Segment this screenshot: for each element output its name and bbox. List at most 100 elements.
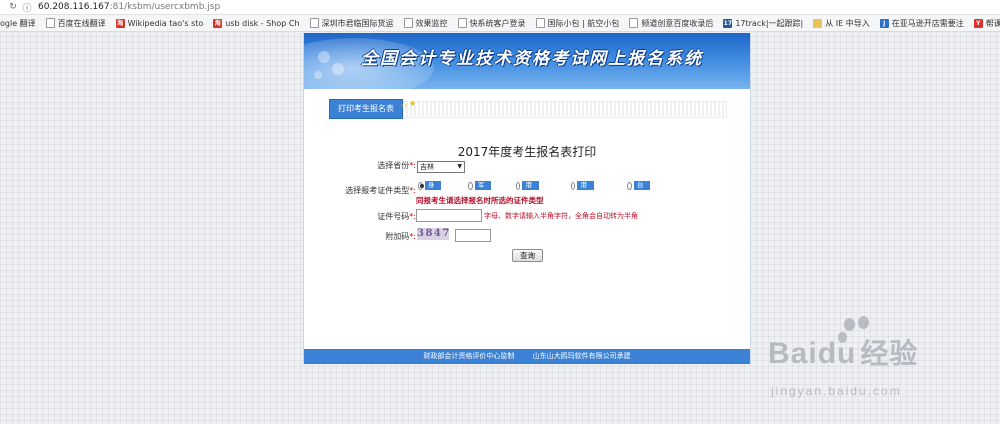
captcha-input[interactable] [455, 229, 491, 242]
required-mark: *: [409, 232, 416, 241]
bookmark-effect-monitor[interactable]: 效果监控 [399, 18, 453, 29]
radio-label: 身份证 [424, 181, 441, 207]
url-field[interactable]: 60.208.116.167:81/ksbm/usercxbmb.jsp [38, 2, 220, 12]
page-icon [45, 18, 55, 28]
folder-icon [813, 18, 823, 28]
star-icon: ★ [409, 99, 417, 108]
bookmark-amazon[interactable]: J 在亚马逊开店需要注 [875, 18, 969, 29]
address-bar: ↻ ⓘ 60.208.116.167:81/ksbm/usercxbmb.jsp [0, 0, 1000, 15]
star-icon: ☆ [400, 101, 409, 111]
page-footer: 财政部会计资格评价中心监制 山东山大鸥玛软件有限公司承建 [304, 349, 750, 364]
radio-button[interactable] [516, 181, 521, 190]
bookmark-label: 频道创意百度收录后 [641, 18, 714, 28]
radio-button[interactable] [468, 181, 473, 190]
radio-label: 港澳居民 [522, 181, 539, 216]
province-label-text: 选择省份 [377, 161, 410, 170]
id-number-label: 证件号码*: [344, 211, 416, 222]
baidu-jingyan-watermark: Baidu 经验 jingyan.baidu.com [768, 316, 998, 418]
page-info-icon[interactable]: ⓘ [20, 1, 34, 14]
id-number-input[interactable] [416, 209, 482, 222]
radio-officer-card[interactable]: 军官证 [468, 181, 491, 207]
page-icon [535, 18, 545, 28]
bookmark-junlin[interactable]: 深圳市君临国际货运 [305, 18, 399, 29]
watermark-url: jingyan.baidu.com [771, 384, 902, 398]
bookmark-bangke[interactable]: Y 帮课 - 跟一线外贸 [969, 18, 1000, 29]
tab-print-form[interactable]: 打印考生报名表 [329, 99, 403, 119]
province-select[interactable]: 吉林 ▼ [417, 161, 465, 173]
paw-icon [858, 316, 869, 329]
bookmark-wikipedia[interactable]: 淘 Wikipedia tao's sto [111, 18, 209, 28]
captcha-image: 3847 [417, 228, 451, 240]
watermark-brand: Baidu 经验 [768, 332, 918, 372]
bookmark-intl-parcel[interactable]: 国际小包 | 航空小包 [531, 18, 625, 29]
radio-label: 军官证 [474, 181, 491, 207]
footer-supervisor: 财政部会计资格评价中心监制 [423, 352, 515, 360]
bookmark-baidu-index[interactable]: 频道创意百度收录后 [624, 18, 718, 29]
url-host: 60.208.116.167 [38, 2, 110, 12]
province-selected: 吉林 [420, 163, 434, 171]
amazon-icon: J [879, 18, 889, 28]
radio-hk-macau[interactable]: 港澳居民 [516, 181, 539, 216]
bookmark-google-translate[interactable]: ogle 翻译 [0, 18, 41, 29]
track-icon: 17 [723, 18, 733, 28]
banner-title: 全国会计专业技术资格考试网上报名系统 [361, 49, 703, 69]
page-title: 2017年度考生报名表打印 [457, 145, 597, 159]
bookmark-label: ogle 翻译 [0, 18, 36, 28]
bookmark-folder-ie[interactable]: 从 IE 中导入 [808, 18, 875, 29]
radio-label: 港居民证 [577, 181, 594, 216]
radio-button[interactable] [571, 181, 576, 190]
radio-button[interactable] [418, 181, 424, 190]
bookmarks-bar: ogle 翻译 百度在线翻译 淘 Wikipedia tao's sto 淘 u… [0, 15, 1000, 32]
footer-developer: 山东山大鸥玛软件有限公司承建 [532, 352, 631, 360]
page-panel: 全国会计专业技术资格考试网上报名系统 打印考生报名表 ☆ ★ 2017年度考生报… [303, 33, 751, 364]
dropdown-arrow-icon: ▼ [457, 163, 462, 170]
paw-icon [844, 318, 855, 331]
province-label: 选择省份*: [344, 160, 416, 171]
taobao-icon: 淘 [213, 18, 223, 28]
page-icon [629, 18, 639, 28]
page-icon [309, 18, 319, 28]
id-type-label-text: 选择报考证件类型 [345, 186, 410, 195]
id-type-warning: 同报考生请选择报名时所选的证件类型 [416, 196, 544, 205]
bookmark-label: 效果监控 [415, 18, 448, 28]
watermark-brand-cn: 经验 [860, 338, 919, 369]
required-mark: *: [409, 161, 416, 170]
bookmark-label: 快系统客户登录 [469, 18, 526, 28]
bookmark-baidu-translate[interactable]: 百度在线翻译 [41, 18, 111, 29]
bookmark-label: 深圳市君临国际货运 [321, 18, 394, 28]
bookmark-label: 帮课 - 跟一线外贸 [985, 18, 1000, 28]
page-icon [403, 18, 413, 28]
bookmark-usb-disk[interactable]: 淘 usb disk - Shop Ch [208, 18, 304, 28]
bookmark-17track[interactable]: 17 17track|一起跟踪| [718, 18, 808, 29]
radio-hk-resident[interactable]: 港居民证 [571, 181, 594, 216]
captcha-label-text: 附加码 [385, 232, 410, 241]
banner-decoration [314, 71, 322, 79]
radio-label: 台胞证 [633, 181, 650, 207]
query-button[interactable]: 查询 [512, 249, 543, 262]
bookmark-label: 百度在线翻译 [57, 18, 106, 28]
bookmark-label: 17track|一起跟踪| [735, 18, 804, 28]
reload-icon[interactable]: ↻ [6, 2, 20, 12]
bookmark-customer-login[interactable]: 快系统客户登录 [453, 18, 531, 29]
bangke-icon: Y [973, 18, 983, 28]
radio-button[interactable] [627, 181, 632, 190]
bookmark-label: Wikipedia tao's sto [127, 18, 204, 28]
id-type-label: 选择报考证件类型*: [318, 185, 416, 196]
banner-decoration [318, 51, 330, 63]
watermark-brand-bai: Bai [768, 337, 818, 370]
bookmark-label: 从 IE 中导入 [825, 18, 870, 28]
url-path: :81/ksbm/usercxbmb.jsp [109, 2, 221, 12]
bookmark-label: 在亚马逊开店需要注 [891, 18, 964, 28]
watermark-brand-du: du [817, 337, 857, 370]
captcha-label: 附加码*: [344, 231, 416, 242]
taobao-icon: 淘 [115, 18, 125, 28]
radio-id-card[interactable]: 身份证 [418, 181, 441, 207]
bookmark-label: usb disk - Shop Ch [225, 18, 300, 28]
bookmark-label: 国际小包 | 航空小包 [547, 18, 620, 28]
required-mark: *: [409, 186, 416, 195]
radio-taiwan[interactable]: 台胞证 [627, 181, 650, 207]
id-number-label-text: 证件号码 [377, 212, 410, 221]
required-mark: *: [409, 212, 416, 221]
id-number-hint: 字母、数字请输入半角字符，全角会自动转为半角 [484, 212, 638, 220]
header-banner: 全国会计专业技术资格考试网上报名系统 [304, 33, 750, 89]
